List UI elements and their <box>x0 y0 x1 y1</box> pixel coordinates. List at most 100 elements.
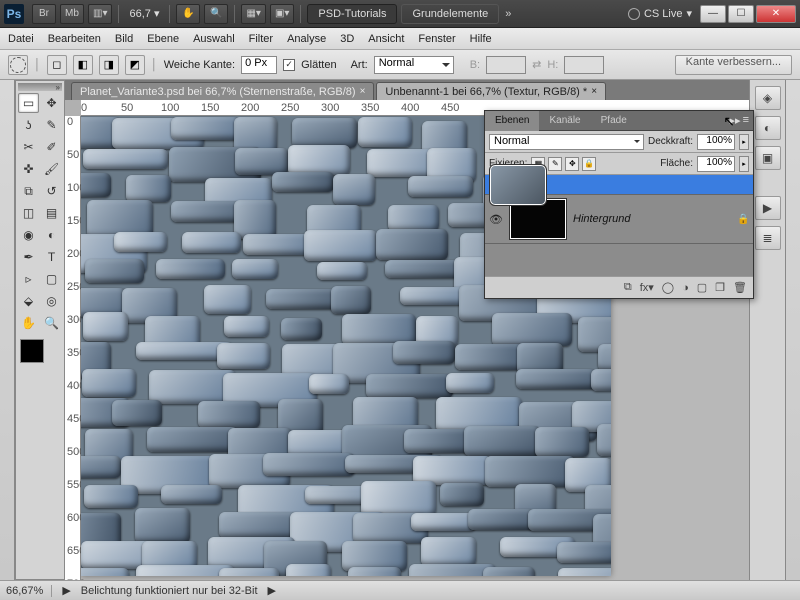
eraser-tool[interactable]: ◫ <box>18 203 39 223</box>
view-extras-button[interactable]: ▥▾ <box>88 4 112 24</box>
zoom-tool-shortcut[interactable]: 🔍 <box>204 4 228 24</box>
window-close-button[interactable]: ✕ <box>756 5 796 23</box>
layers-panel[interactable]: Ebenen Kanäle Pfade ▸▸≡ ↖ Normal Deckkra… <box>484 110 754 299</box>
dodge-tool[interactable]: ◐ <box>41 225 62 245</box>
close-tab-icon[interactable]: × <box>360 86 366 97</box>
healing-tool[interactable]: ✜ <box>18 159 39 179</box>
tab-ebenen[interactable]: Ebenen <box>485 111 539 131</box>
visibility-toggle-icon[interactable]: 👁 <box>489 213 503 226</box>
pen-tool[interactable]: ✒ <box>18 247 39 267</box>
lock-position-icon[interactable]: ✥ <box>565 157 579 171</box>
left-dock-strip[interactable] <box>0 80 15 580</box>
tool-preset-icon[interactable] <box>8 55 28 75</box>
menu-bild[interactable]: Bild <box>115 33 133 45</box>
menu-filter[interactable]: Filter <box>249 33 273 45</box>
blur-tool[interactable]: ◉ <box>18 225 39 245</box>
tab-kanaele[interactable]: Kanäle <box>539 111 590 131</box>
feather-input[interactable]: 0 Px <box>241 56 277 74</box>
hand-tool-shortcut[interactable]: ✋ <box>176 4 200 24</box>
link-layers-icon[interactable]: ⧉ <box>624 281 632 294</box>
menu-bearbeiten[interactable]: Bearbeiten <box>48 33 101 45</box>
fill-input[interactable]: 100% <box>697 156 735 172</box>
fill-flyout-icon[interactable]: ▸ <box>739 156 749 172</box>
status-zoom[interactable]: 66,67% <box>6 585 52 597</box>
hand-tool[interactable]: ✋ <box>18 313 39 333</box>
selection-subtract-icon[interactable]: ◨ <box>99 55 119 75</box>
zoom-tool[interactable]: 🔍 <box>41 313 62 333</box>
minibridge-button[interactable]: Mb <box>60 4 84 24</box>
screen-mode-button[interactable]: ▣▾ <box>270 4 294 24</box>
zoom-readout[interactable]: 66,7 ▾ <box>129 7 159 20</box>
marquee-tool[interactable]: ▭ <box>18 93 39 113</box>
layer-name[interactable]: Hintergrund <box>573 213 731 225</box>
foreground-color-swatch[interactable] <box>20 339 44 363</box>
menu-ebene[interactable]: Ebene <box>147 33 179 45</box>
layer-thumbnail[interactable] <box>489 164 547 206</box>
menu-hilfe[interactable]: Hilfe <box>470 33 492 45</box>
panel-collapse-icon[interactable]: ▸▸ <box>730 114 741 127</box>
adjustments-panel-icon[interactable]: ◐ <box>755 116 781 140</box>
layer-mask-icon[interactable]: ◯ <box>662 281 674 294</box>
layer-group-icon[interactable]: ▢ <box>697 281 707 294</box>
path-select-tool[interactable]: ▹ <box>18 269 39 289</box>
panel-menu-icon[interactable]: ≡ <box>743 114 749 127</box>
document-tab-1[interactable]: Planet_Variante3.psd bei 66,7% (Sternens… <box>71 82 374 100</box>
status-arrow-icon[interactable]: ▶ <box>62 584 70 597</box>
3d-tool[interactable]: ⬙ <box>18 291 39 311</box>
opacity-flyout-icon[interactable]: ▸ <box>739 134 749 150</box>
brush-tool[interactable]: 🖌 <box>41 159 62 179</box>
3d-camera-tool[interactable]: ◎ <box>41 291 62 311</box>
history-brush-tool[interactable]: ↺ <box>41 181 62 201</box>
menu-analyse[interactable]: Analyse <box>287 33 326 45</box>
shape-tool[interactable]: ▢ <box>41 269 62 289</box>
lock-all-icon[interactable]: 🔒 <box>582 157 596 171</box>
lasso-tool[interactable]: ʖ <box>18 115 39 135</box>
actions-panel-icon[interactable]: ▶ <box>755 196 781 220</box>
menu-ansicht[interactable]: Ansicht <box>368 33 404 45</box>
ruler-vertical[interactable]: 0501001502002503003504004505005506006507… <box>65 116 81 580</box>
crop-panel-icon[interactable]: ▣ <box>755 146 781 170</box>
menu-fenster[interactable]: Fenster <box>418 33 455 45</box>
blend-mode-select[interactable]: Normal <box>489 134 644 150</box>
style-select[interactable]: Normal <box>374 56 454 74</box>
layers-empty-area[interactable] <box>485 244 753 276</box>
opacity-input[interactable]: 100% <box>697 134 735 150</box>
menu-3d[interactable]: 3D <box>340 33 354 45</box>
selection-intersect-icon[interactable]: ◩ <box>125 55 145 75</box>
menu-auswahl[interactable]: Auswahl <box>193 33 235 45</box>
more-workspaces-chevron[interactable]: » <box>505 8 511 20</box>
move-tool[interactable]: ✥ <box>41 93 62 113</box>
refine-edge-button[interactable]: Kante verbessern... <box>675 55 792 75</box>
cs-live-button[interactable]: CS Live ▾ <box>628 7 692 20</box>
antialias-checkbox[interactable]: ✓ <box>283 59 295 71</box>
delete-layer-icon[interactable]: 🗑 <box>733 281 747 294</box>
selection-add-icon[interactable]: ◧ <box>73 55 93 75</box>
layer-fx-icon[interactable]: fx▾ <box>640 281 654 294</box>
workspace-primary[interactable]: PSD-Tutorials <box>307 4 397 24</box>
close-tab-icon[interactable]: × <box>591 86 597 97</box>
type-tool[interactable]: T <box>41 247 62 267</box>
window-maximize-button[interactable]: ☐ <box>728 5 754 23</box>
status-flyout-icon[interactable]: ▶ <box>268 584 276 597</box>
quick-select-tool[interactable]: ✎ <box>41 115 62 135</box>
layer-textur[interactable]: 👁 Textur <box>485 175 753 195</box>
toolbox-collapse[interactable] <box>18 83 62 91</box>
workspace-secondary[interactable]: Grundelemente <box>401 4 499 24</box>
window-minimize-button[interactable]: — <box>700 5 726 23</box>
selection-new-icon[interactable]: ◻ <box>47 55 67 75</box>
stamp-tool[interactable]: ⧉ <box>18 181 39 201</box>
right-dock-strip[interactable] <box>785 80 800 580</box>
arrange-documents-button[interactable]: ▦▾ <box>241 4 265 24</box>
bridge-button[interactable]: Br <box>32 4 56 24</box>
tab-pfade[interactable]: Pfade <box>591 111 637 131</box>
lock-pixels-icon[interactable]: ✎ <box>548 157 562 171</box>
adjustment-layer-icon[interactable]: ◑ <box>682 282 689 294</box>
gradient-tool[interactable]: ▤ <box>41 203 62 223</box>
crop-tool[interactable]: ✂ <box>18 137 39 157</box>
properties-panel-icon[interactable]: ≣ <box>755 226 781 250</box>
eyedropper-tool[interactable]: ✐ <box>41 137 62 157</box>
layers-panel-icon[interactable]: ◈ <box>755 86 781 110</box>
document-tab-2[interactable]: Unbenannt-1 bei 66,7% (Textur, RGB/8) *× <box>376 82 606 100</box>
new-layer-icon[interactable]: ❐ <box>715 281 725 294</box>
menu-datei[interactable]: Datei <box>8 33 34 45</box>
